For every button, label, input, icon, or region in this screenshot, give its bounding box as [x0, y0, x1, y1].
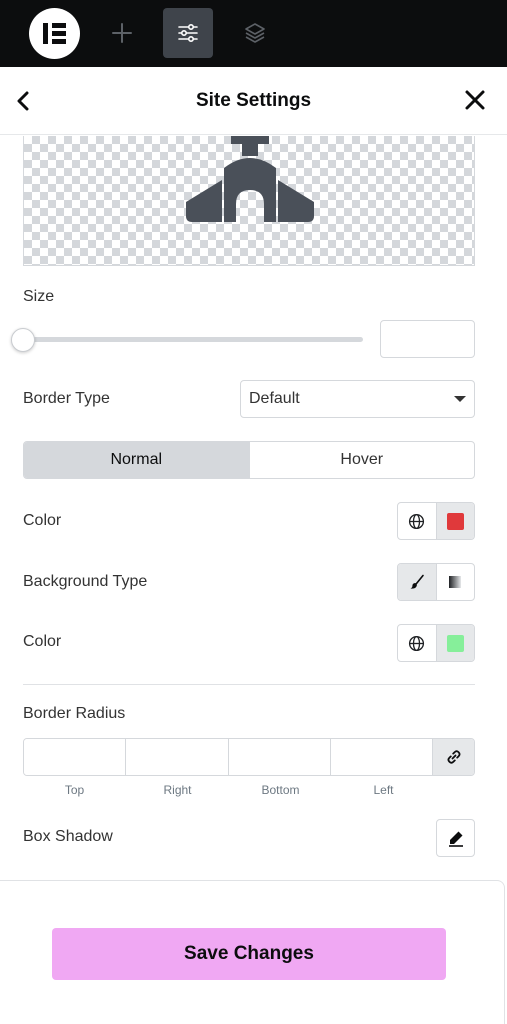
size-slider-handle[interactable]: [11, 328, 35, 352]
size-input[interactable]: [380, 320, 475, 358]
globe-icon[interactable]: [398, 503, 436, 539]
caret-down-icon: [454, 396, 466, 402]
color-swatch: [446, 512, 464, 530]
close-icon[interactable]: [461, 86, 489, 114]
background-type-control: [397, 563, 475, 601]
building-icon: [186, 136, 314, 222]
border-radius-inputs: [23, 738, 475, 776]
color-label-2: Color: [23, 633, 62, 650]
site-settings-icon[interactable]: [163, 8, 213, 58]
radius-right-input[interactable]: [126, 739, 229, 775]
radius-left-input[interactable]: [330, 739, 434, 775]
save-changes-button[interactable]: Save Changes: [52, 928, 446, 980]
radius-top-label: Top: [64, 783, 85, 797]
color-label: Color: [23, 512, 62, 529]
add-icon[interactable]: [97, 8, 147, 58]
color-picker-button[interactable]: [435, 503, 474, 539]
gradient-icon[interactable]: [435, 564, 474, 600]
link-icon[interactable]: [433, 739, 474, 775]
state-tabs: Normal Hover: [23, 441, 475, 479]
border-type-value: Default: [249, 390, 300, 407]
color-control: [397, 502, 475, 540]
color-picker-button-2[interactable]: [435, 625, 474, 661]
top-toolbar: [0, 0, 507, 67]
border-type-label: Border Type: [23, 390, 110, 407]
globe-icon[interactable]: [398, 625, 436, 661]
radius-bottom-input[interactable]: [228, 739, 331, 775]
tab-hover[interactable]: Hover: [248, 442, 475, 478]
divider: [23, 684, 475, 685]
box-shadow-label: Box Shadow: [23, 828, 113, 845]
background-type-label: Background Type: [23, 573, 148, 590]
page-title: Site Settings: [195, 90, 312, 111]
size-label: Size: [23, 288, 55, 305]
tab-normal[interactable]: Normal: [24, 442, 249, 478]
elementor-logo-icon[interactable]: [29, 8, 80, 59]
radius-bottom-label: Bottom: [261, 783, 300, 797]
classic-brush-icon[interactable]: [398, 564, 436, 600]
pencil-icon[interactable]: [436, 819, 475, 857]
image-preview[interactable]: [23, 136, 475, 266]
radius-right-label: Right: [163, 783, 192, 797]
color-control-2: [397, 624, 475, 662]
radius-top-input[interactable]: [24, 739, 127, 775]
size-slider-track[interactable]: [23, 337, 363, 342]
radius-left-label: Left: [373, 783, 394, 797]
panel-header: Site Settings: [0, 67, 507, 135]
border-type-select[interactable]: Default: [240, 380, 475, 418]
color-swatch: [446, 634, 464, 652]
layers-icon[interactable]: [230, 8, 280, 58]
border-radius-label: Border Radius: [23, 705, 126, 722]
